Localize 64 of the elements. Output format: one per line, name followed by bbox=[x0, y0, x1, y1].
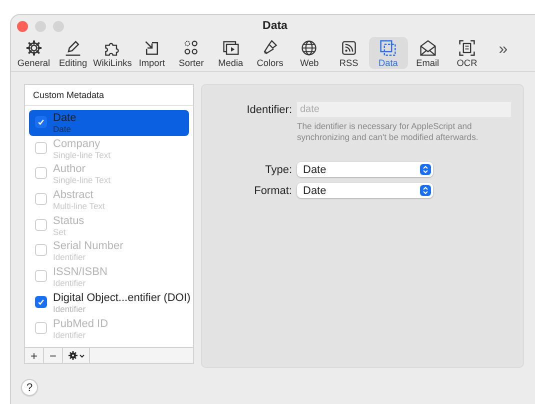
field-type: Identifier bbox=[53, 252, 87, 262]
field-name: Company bbox=[53, 138, 102, 150]
close-button[interactable] bbox=[17, 21, 28, 32]
toolbar-tab[interactable]: Editing bbox=[53, 37, 93, 69]
help-button[interactable]: ? bbox=[21, 379, 38, 396]
toolbar-tab[interactable]: RSS bbox=[329, 37, 369, 69]
gear-icon bbox=[24, 39, 43, 57]
toolbar-tab[interactable]: General bbox=[14, 37, 54, 69]
up-down-chevron-icon bbox=[420, 164, 431, 175]
field-type: Single-line Text bbox=[53, 175, 110, 186]
circles-icon bbox=[182, 39, 200, 57]
field-type: Identifier bbox=[53, 304, 87, 314]
field-type: Date bbox=[53, 124, 72, 134]
metadata-row[interactable]: Digital Object...entifier (DOI) Identifier bbox=[29, 290, 189, 316]
media-frames-icon bbox=[222, 39, 240, 57]
field-name: Serial Number bbox=[53, 240, 124, 252]
chevron-icon bbox=[78, 354, 84, 358]
type-popup[interactable]: Date bbox=[297, 162, 433, 177]
list-header: Custom Metadata bbox=[25, 85, 193, 106]
checkbox[interactable] bbox=[35, 116, 47, 128]
toolbar-tab[interactable]: Email bbox=[408, 37, 448, 69]
brush-icon bbox=[261, 39, 280, 57]
zoom-button[interactable] bbox=[53, 21, 64, 32]
arrow-into-box-icon bbox=[142, 39, 161, 57]
type-label: Type: bbox=[264, 164, 293, 176]
envelope-icon bbox=[418, 39, 437, 57]
checkbox[interactable] bbox=[35, 296, 47, 308]
field-name: Author bbox=[53, 163, 86, 176]
field-name: Digital Object...entifier (DOI) bbox=[53, 292, 191, 304]
identifier-note: The identifier is necessary for AppleScript and synchronizing and can't be modified afterwards. bbox=[297, 121, 480, 143]
up-down-chevron-icon bbox=[420, 185, 431, 196]
list-action-button[interactable]: − bbox=[44, 348, 63, 363]
feed-icon bbox=[340, 39, 358, 57]
list-action-button[interactable]: + bbox=[25, 348, 44, 363]
toolbar-tab[interactable]: Sorter bbox=[172, 37, 211, 69]
field-name: PubMed ID bbox=[53, 318, 108, 330]
field-type: Set bbox=[53, 226, 67, 237]
gear-icon bbox=[68, 351, 78, 360]
toolbar-tab[interactable]: Import bbox=[132, 37, 172, 69]
toolbar-tab[interactable]: Media bbox=[210, 37, 250, 69]
toolbar-tab[interactable]: OCR bbox=[447, 37, 487, 69]
globe-icon bbox=[300, 39, 318, 57]
format-label: Format: bbox=[253, 184, 293, 196]
pencil-icon bbox=[64, 39, 82, 57]
checkmark-icon bbox=[37, 298, 45, 306]
minimize-button[interactable] bbox=[35, 21, 46, 32]
checkmark-icon bbox=[37, 118, 45, 126]
field-type: Multi-line Text bbox=[53, 201, 105, 212]
dashed-squares-icon bbox=[379, 39, 398, 57]
field-name: ISSN/ISBN bbox=[53, 266, 108, 278]
field-name: Date bbox=[53, 112, 76, 124]
toolbar-tab[interactable]: WikiLinks bbox=[92, 37, 132, 69]
scan-frame-icon bbox=[458, 39, 476, 57]
more-button[interactable]: » bbox=[498, 37, 508, 59]
format-popup[interactable]: Date bbox=[297, 183, 433, 198]
identifier-label: Identifier: bbox=[246, 104, 293, 116]
toolbar-tab[interactable]: Web bbox=[290, 37, 330, 69]
field-type: Identifier bbox=[53, 330, 87, 340]
field-name: Abstract bbox=[53, 189, 94, 202]
toolbar-tab[interactable]: Colors bbox=[250, 37, 290, 69]
window-title: Data bbox=[262, 20, 288, 32]
field-type: Single-line Text bbox=[53, 150, 110, 160]
field-type: Identifier bbox=[53, 278, 87, 288]
field-name: Status bbox=[53, 214, 84, 227]
